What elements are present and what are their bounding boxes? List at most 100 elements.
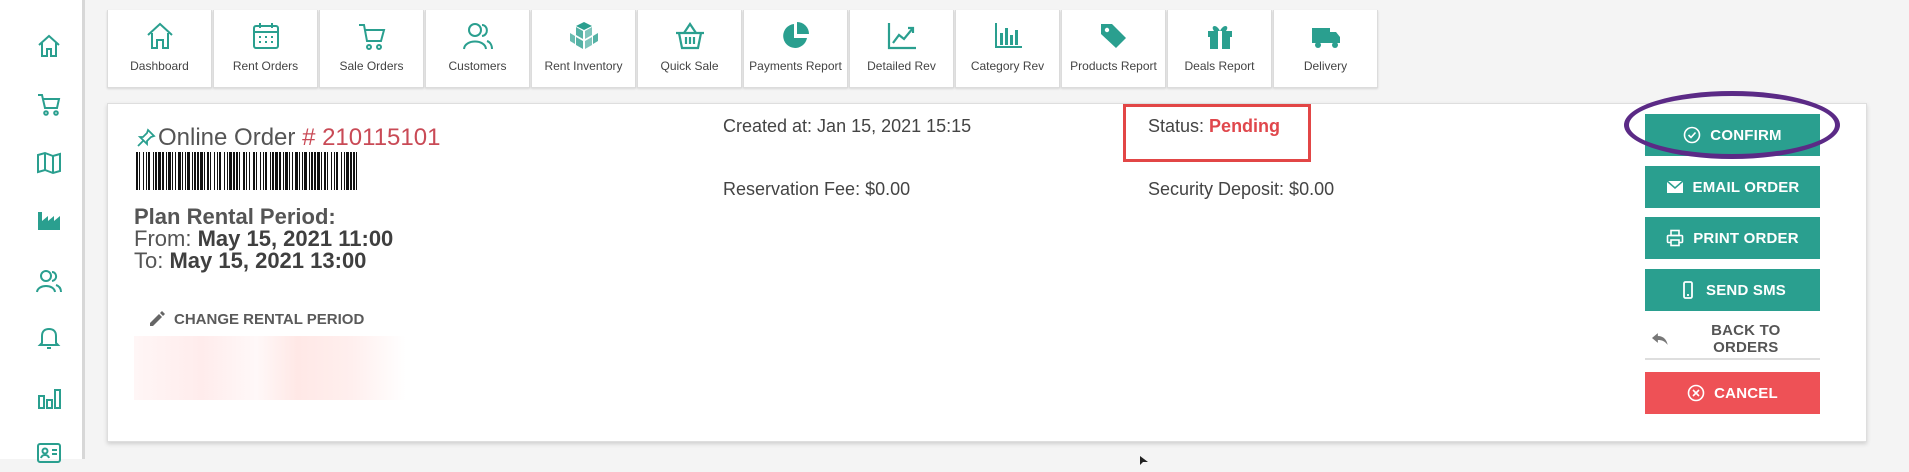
status-label: Status: [1148, 116, 1205, 136]
barcode-bar [246, 152, 247, 190]
barcode-bar [270, 152, 271, 190]
order-card: Online Order # 210115101 Plan Rental Per… [107, 91, 1867, 442]
barcode-bar [158, 152, 161, 190]
send-sms-label: SEND SMS [1706, 281, 1786, 299]
barcode-bar [283, 152, 284, 190]
print-order-label: PRINT ORDER [1693, 229, 1799, 247]
sidebar [0, 0, 85, 463]
tab-category-rev[interactable]: Category Rev [955, 10, 1060, 88]
email-order-button[interactable]: EMAIL ORDER [1645, 166, 1820, 208]
users-icon [36, 270, 62, 293]
barcode-bar [289, 152, 290, 190]
tab-label: Deals Report [1184, 59, 1255, 73]
users-icon [462, 23, 493, 50]
sidebar-item-map[interactable] [30, 145, 68, 181]
barcode-bar [314, 152, 316, 190]
barcode-bar [224, 152, 225, 190]
confirm-button[interactable]: CONFIRM [1645, 114, 1820, 156]
tab-payments-report[interactable]: Payments Report [743, 10, 848, 88]
barcode-bar [172, 152, 173, 190]
map-icon [37, 151, 61, 175]
sidebar-item-users[interactable] [30, 263, 68, 299]
change-rental-period-link[interactable]: CHANGE RENTAL PERIOD [148, 310, 364, 328]
barcode-bar [317, 152, 320, 190]
tab-quick-sale[interactable]: Quick Sale [637, 10, 742, 88]
sidebar-item-home[interactable] [30, 28, 68, 64]
barcode-bar [265, 152, 267, 190]
tab-deals-report[interactable]: Deals Report [1167, 10, 1272, 88]
to-label: To: [134, 248, 164, 273]
barcode-bar [350, 152, 352, 190]
barcode-image [136, 152, 357, 190]
cart-icon [38, 94, 61, 116]
phone-icon [1683, 281, 1693, 299]
order-title: Online Order # 210115101 [158, 124, 440, 152]
barcode-bar [285, 152, 288, 190]
sidebar-divider [82, 0, 85, 459]
barcode-bar [263, 152, 264, 190]
sidebar-item-reports[interactable] [30, 380, 68, 416]
barcode-bar [217, 152, 218, 190]
barcode-bar [214, 152, 215, 190]
barcode-bar [148, 152, 150, 190]
barcode-bar [178, 152, 181, 190]
cancel-button[interactable]: CANCEL [1645, 372, 1820, 414]
barcode-bar [153, 152, 154, 190]
home-icon [38, 34, 60, 57]
sidebar-item-factory[interactable] [30, 202, 68, 238]
tab-delivery[interactable]: Delivery [1273, 10, 1378, 88]
barcode-bar [197, 152, 199, 190]
send-sms-button[interactable]: SEND SMS [1645, 269, 1820, 311]
sidebar-item-notifications[interactable] [30, 320, 68, 356]
sidebar-item-contacts[interactable] [30, 436, 68, 472]
id-card-icon [37, 443, 61, 463]
to-value: May 15, 2021 13:00 [169, 248, 367, 273]
barcode-bar [324, 152, 326, 190]
reservation-fee: Reservation Fee: $0.00 [723, 179, 911, 199]
barcode-bar [302, 152, 303, 190]
barcode-bar [175, 152, 176, 190]
barcode-bar [331, 152, 332, 190]
barcode-bar [136, 152, 138, 190]
boxes-icon [569, 22, 598, 49]
barcode-bar [321, 152, 322, 190]
envelope-icon [1666, 180, 1684, 193]
barcode-bar [356, 152, 357, 190]
tab-rent-inventory[interactable]: Rent Inventory [531, 10, 636, 88]
tab-label: Dashboard [130, 59, 189, 73]
tab-label: Quick Sale [660, 59, 719, 73]
barcode-bar [229, 152, 232, 190]
line-chart-icon [887, 23, 916, 50]
barcode-bar [162, 152, 164, 190]
barcode-bar [327, 152, 328, 190]
rental-to: To: May 15, 2021 13:00 [134, 250, 393, 272]
back-to-orders-button[interactable]: BACK TO ORDERS [1645, 320, 1820, 360]
bell-icon [37, 327, 61, 349]
home-icon [146, 22, 173, 49]
barcode-bar [210, 152, 211, 190]
barcode-bar [260, 152, 261, 190]
tab-detailed-rev[interactable]: Detailed Rev [849, 10, 954, 88]
print-order-button[interactable]: PRINT ORDER [1645, 217, 1820, 259]
barcode-bar [168, 152, 171, 190]
plan-heading: Plan Rental Period: [134, 204, 336, 229]
tab-products-report[interactable]: Products Report [1061, 10, 1166, 88]
barcode-bar [192, 152, 193, 190]
tab-dashboard[interactable]: Dashboard [107, 10, 212, 88]
tab-label: Rent Inventory [544, 59, 623, 73]
barcode-bar [243, 152, 245, 190]
tab-sale-orders[interactable]: Sale Orders [319, 10, 424, 88]
tab-rent-orders[interactable]: Rent Orders [213, 10, 318, 88]
tags-icon [1100, 24, 1126, 48]
barcode-bar [334, 152, 335, 190]
cancel-label: CANCEL [1714, 384, 1778, 402]
barcode-bar [299, 152, 300, 190]
bar-chart-icon [38, 389, 61, 409]
barcode-bar [341, 152, 342, 190]
order-number: # 210115101 [302, 124, 441, 151]
sidebar-item-cart[interactable] [30, 86, 68, 122]
pie-chart-icon [782, 22, 809, 48]
order-title-prefix: Online Order [158, 124, 296, 151]
tab-label: Customers [448, 59, 507, 73]
tab-customers[interactable]: Customers [425, 10, 530, 88]
